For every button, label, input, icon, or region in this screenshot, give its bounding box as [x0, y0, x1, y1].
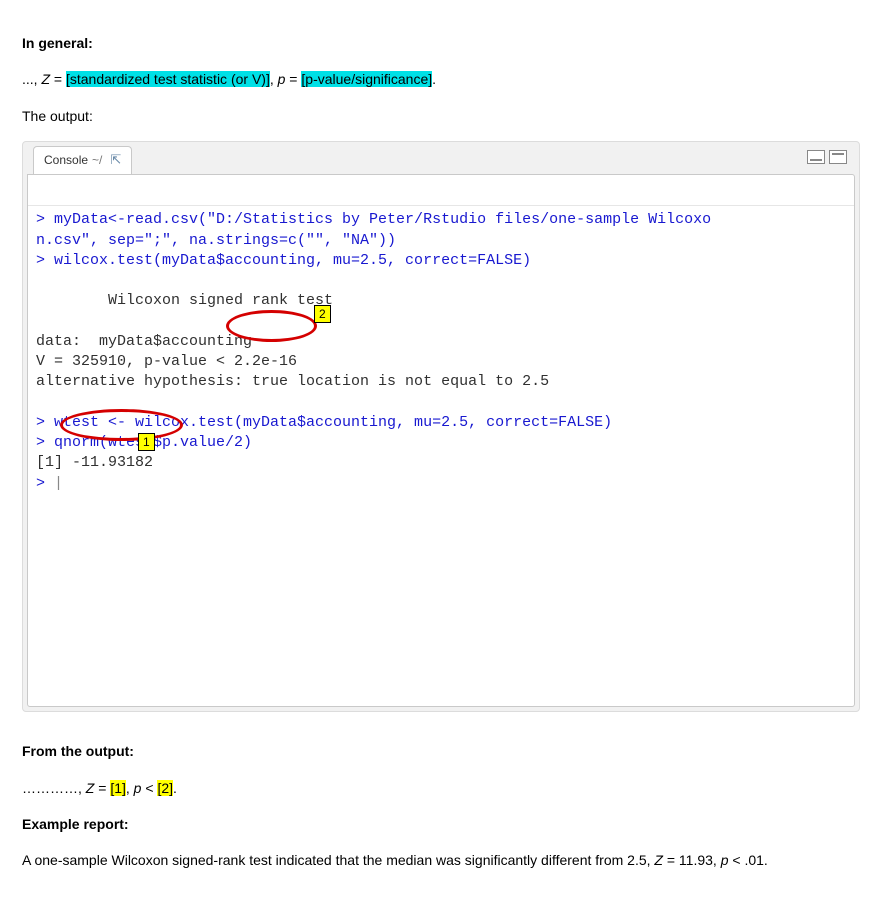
console-line: > wilcox.test(myData$accounting, mu=2.5,…	[36, 252, 531, 269]
ellipsis: …………,	[22, 780, 86, 796]
console-tab-path: ~/	[92, 151, 102, 170]
var-z: Z	[41, 71, 50, 87]
console-line: > wtest <- wilcox.test(myData$accounting…	[36, 414, 612, 431]
var-p: p	[134, 780, 142, 796]
console-divider	[28, 205, 854, 206]
heading-example-report: Example report:	[22, 813, 860, 835]
example-z-val: = 11.93,	[663, 852, 721, 868]
console-line: n.csv", sep=";", na.strings=c("", "NA"))	[36, 232, 396, 249]
cursor-icon: |	[54, 475, 63, 492]
window-controls	[807, 150, 847, 164]
console-tabbar: Console ~/ ⇱	[27, 146, 855, 174]
ref-box-2: [2]	[157, 780, 173, 796]
console-line: Wilcoxon signed rank test	[36, 292, 333, 309]
heading-from-output: From the output:	[22, 740, 860, 762]
example-text: A one-sample Wilcoxon signed-rank test i…	[22, 852, 654, 868]
text-comma: ,	[270, 71, 278, 87]
console-line: > myData<-read.csv("D:/Statistics by Pet…	[36, 211, 711, 228]
annotation-label-1: 1	[138, 433, 155, 451]
console-line: alternative hypothesis: true location is…	[36, 373, 549, 390]
ref-box-1: [1]	[110, 780, 126, 796]
console-line: V = 325910, p-value < 2.2e-16	[36, 353, 297, 370]
maximize-icon[interactable]	[829, 150, 847, 164]
placeholder-z-statistic: [standardized test statistic (or V)]	[66, 71, 270, 87]
console-line: data: myData$accounting	[36, 333, 252, 350]
console-tab[interactable]: Console ~/ ⇱	[33, 146, 132, 174]
annotation-label-2: 2	[314, 305, 331, 323]
console-prompt: >	[36, 475, 54, 492]
text-comma: ,	[126, 780, 134, 796]
console-tab-label: Console	[44, 151, 88, 170]
heading-output: The output:	[22, 105, 860, 127]
text-equals: =	[50, 71, 66, 87]
format-line-from-output: …………, Z = [1], p < [2].	[22, 777, 860, 799]
var-z: Z	[86, 780, 95, 796]
minimize-icon[interactable]	[807, 150, 825, 164]
heading-in-general: In general:	[22, 32, 860, 54]
text-lt: <	[141, 780, 157, 796]
format-line-general: ..., Z = [standardized test statistic (o…	[22, 68, 860, 90]
popout-icon[interactable]: ⇱	[110, 150, 121, 171]
var-z: Z	[654, 852, 663, 868]
ellipsis: ...,	[22, 71, 41, 87]
example-p-val: < .01.	[729, 852, 768, 868]
text-equals: =	[285, 71, 301, 87]
var-p: p	[721, 852, 729, 868]
document-body: In general: ..., Z = [standardized test …	[0, 0, 882, 908]
text-equals: =	[94, 780, 110, 796]
placeholder-p-value: [p-value/significance]	[301, 71, 432, 87]
console-line: [1] -11.93182	[36, 454, 153, 471]
console-output[interactable]: > myData<-read.csv("D:/Statistics by Pet…	[27, 174, 855, 707]
console-panel: Console ~/ ⇱ > myData<-read.csv("D:/Stat…	[22, 141, 860, 712]
example-body: A one-sample Wilcoxon signed-rank test i…	[22, 849, 860, 871]
text-period: .	[432, 71, 436, 87]
text-period: .	[173, 780, 177, 796]
